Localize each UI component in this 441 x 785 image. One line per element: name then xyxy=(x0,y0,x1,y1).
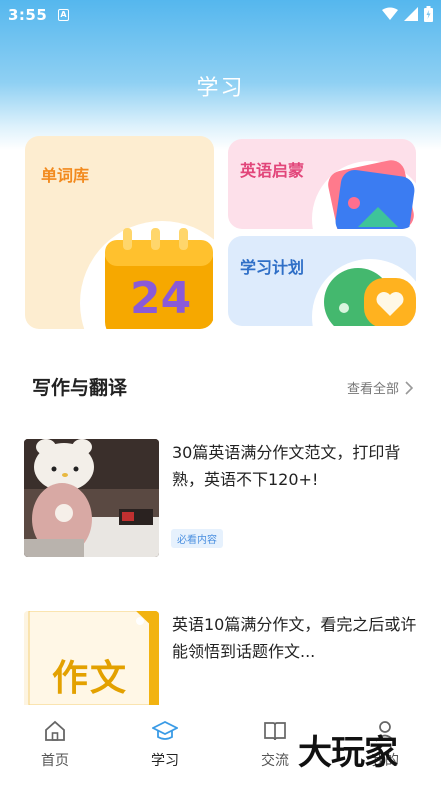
signal-icon xyxy=(404,7,418,21)
vocab-card-title: 单词库 xyxy=(41,166,90,185)
tab-home-label: 首页 xyxy=(41,753,69,769)
article-title: 30篇英语满分作文范文，打印背熟，英语不下120+! xyxy=(172,443,401,489)
article-tag: 必看内容 xyxy=(171,529,223,548)
tab-home[interactable]: 首页 xyxy=(15,720,95,770)
heart-bubble-icon xyxy=(312,259,416,326)
enlightenment-card[interactable]: 英语启蒙 xyxy=(228,139,416,229)
enlightenment-card-title: 英语启蒙 xyxy=(240,161,305,180)
list-item[interactable]: 作文 英语10篇满分作文，看完之后或许能领悟到话题作文... xyxy=(24,611,419,705)
photo-image xyxy=(24,439,159,557)
view-all-link[interactable]: 查看全部 xyxy=(347,378,413,397)
status-bar: 3:55 A xyxy=(0,0,441,30)
study-plan-card-title: 学习计划 xyxy=(240,258,305,277)
notification-icon: A xyxy=(58,9,69,21)
battery-icon xyxy=(424,6,433,22)
tab-study-label: 学习 xyxy=(151,753,179,769)
calendar-number: 24 xyxy=(130,273,192,324)
picture-icon xyxy=(312,160,416,229)
wifi-icon xyxy=(382,7,398,20)
tab-study[interactable]: 学习 xyxy=(125,720,205,770)
article-title: 英语10篇满分作文，看完之后或许能领悟到话题作文... xyxy=(172,615,417,661)
watermark-logo: 大玩家 xyxy=(298,733,398,773)
vocab-card[interactable]: 单词库 24 xyxy=(25,136,214,329)
home-icon xyxy=(45,720,65,741)
graduation-cap-icon xyxy=(150,720,180,740)
status-time: 3:55 xyxy=(8,6,48,24)
status-icons xyxy=(382,6,433,22)
article-thumbnail: 作文 xyxy=(24,611,159,705)
book-icon xyxy=(264,722,286,741)
list-item[interactable]: 30篇英语满分作文范文，打印背熟，英语不下120+! 必看内容 xyxy=(24,439,419,559)
section-title: 写作与翻译 xyxy=(32,377,128,399)
thumbnail-text: 作文 xyxy=(52,658,129,699)
view-all-label: 查看全部 xyxy=(346,382,399,397)
article-thumbnail xyxy=(24,439,159,557)
page-title: 学习 xyxy=(196,76,245,101)
chevron-right-icon xyxy=(405,380,413,395)
study-plan-card[interactable]: 学习计划 xyxy=(228,236,416,326)
